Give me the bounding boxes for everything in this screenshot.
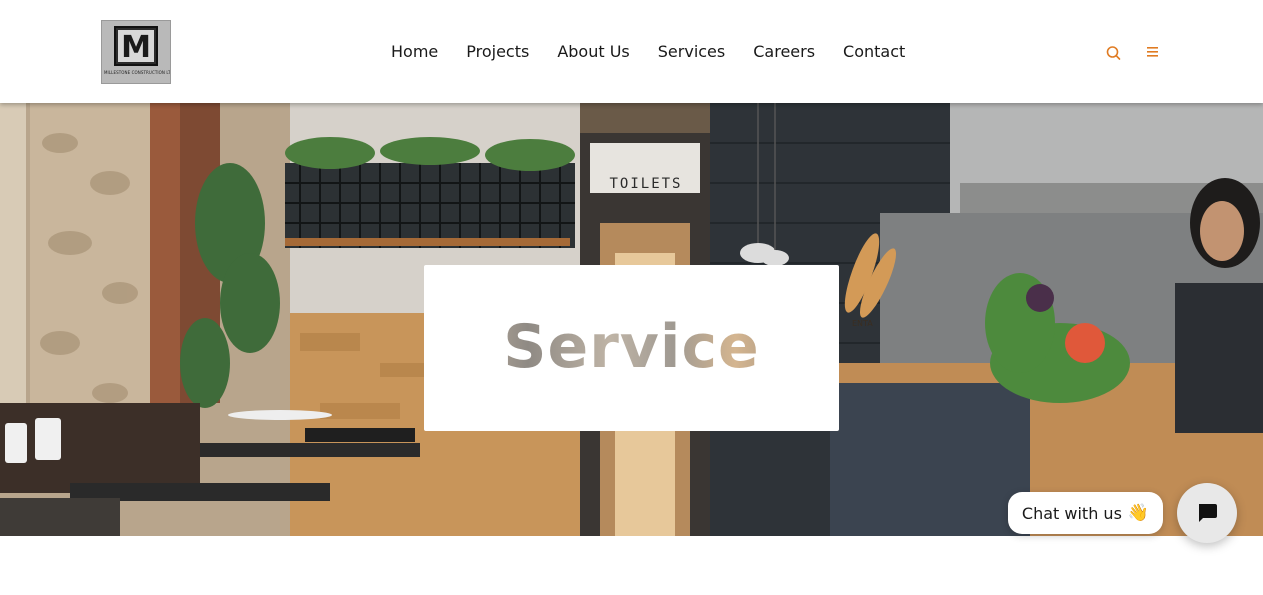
nav-contact[interactable]: Contact xyxy=(843,40,905,64)
chat-launcher-button[interactable] xyxy=(1177,483,1237,543)
chat-prompt-label: Chat with us xyxy=(1021,503,1122,523)
logo-mark: M xyxy=(114,26,158,66)
nav-careers[interactable]: Careers xyxy=(753,40,815,64)
nav-services[interactable]: Services xyxy=(658,40,725,64)
chat-prompt-bubble[interactable]: Chat with us 👋 xyxy=(1008,492,1163,534)
site-header: M MILLESTONE CONSTRUCTION LTD Home Proje… xyxy=(0,0,1263,103)
page-title-card: Service xyxy=(424,265,839,431)
nav-home[interactable]: Home xyxy=(391,40,438,64)
nav-projects[interactable]: Projects xyxy=(466,40,529,64)
logo-letter: M xyxy=(121,30,151,64)
company-logo[interactable]: M MILLESTONE CONSTRUCTION LTD xyxy=(101,20,171,84)
search-icon[interactable] xyxy=(1105,44,1122,61)
logo-company-name: MILLESTONE CONSTRUCTION LTD xyxy=(104,70,170,75)
nav-about-us[interactable]: About Us xyxy=(557,40,629,64)
chat-bubble-icon xyxy=(1199,504,1217,522)
main-nav: Home Projects About Us Services Careers … xyxy=(391,40,905,64)
page-title: Service xyxy=(424,307,839,387)
crate-label: ENTA xyxy=(852,319,873,328)
waving-hand-icon: 👋 xyxy=(1127,503,1150,523)
toilets-sign: TOILETS xyxy=(609,176,682,192)
hamburger-menu-icon[interactable] xyxy=(1146,43,1160,57)
